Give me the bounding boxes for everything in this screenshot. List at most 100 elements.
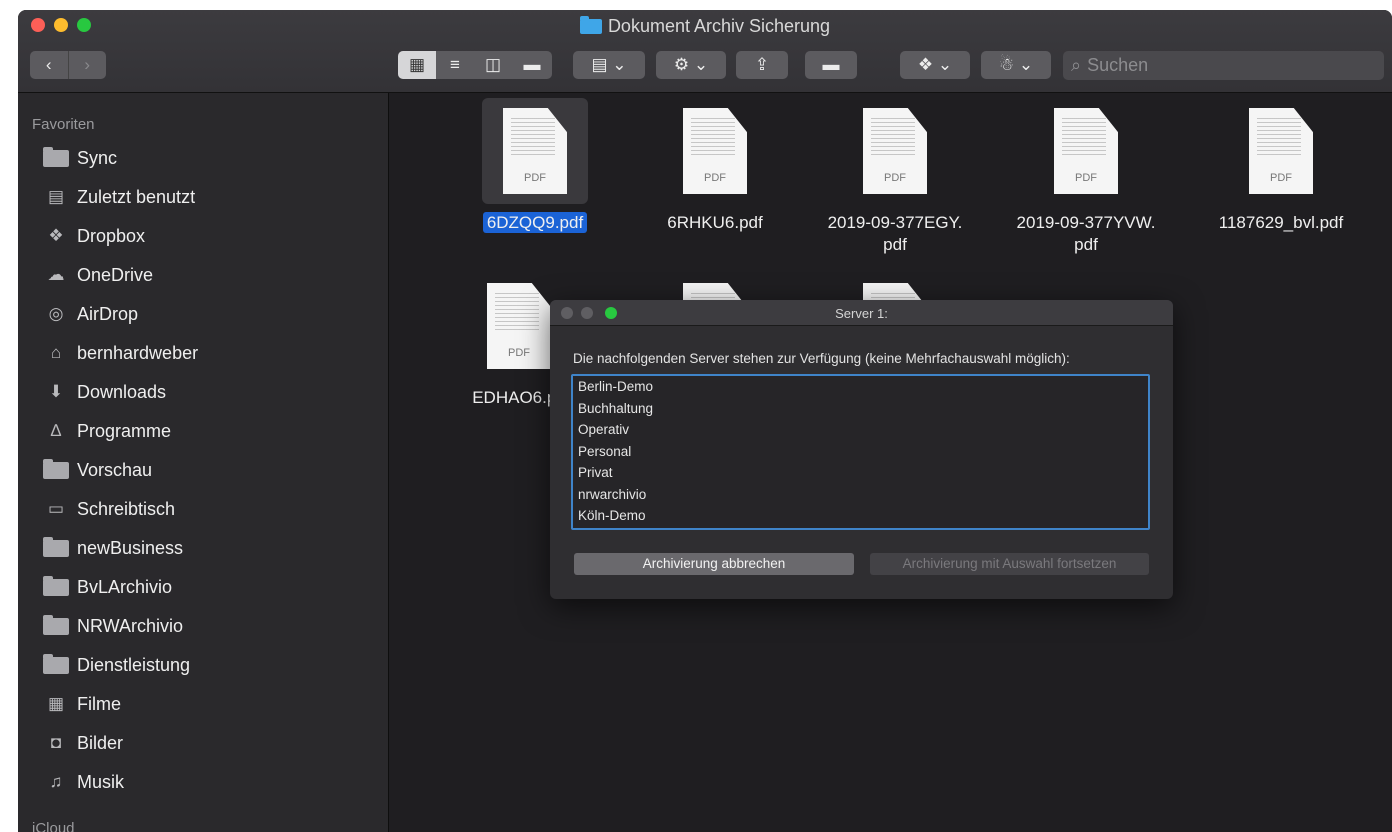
file-name: 2019-09-377EGY. pdf <box>827 213 963 254</box>
music-icon: ♫ <box>49 772 63 791</box>
server-option[interactable]: Buchhaltung <box>573 398 1148 420</box>
columns-icon: ◫ <box>484 55 502 74</box>
sidebar-item-applications[interactable]: ∆ Programme <box>42 417 171 445</box>
dialog-title: Server 1: <box>835 306 888 321</box>
column-view-button[interactable]: ◫ <box>474 51 512 79</box>
download-icon: ⬇ <box>48 382 64 401</box>
recents-icon: ▤ <box>47 187 65 206</box>
view-mode-control: ▦ ≡ ◫ ▬ <box>398 51 552 79</box>
sidebar-item-home[interactable]: ⌂ bernhardweber <box>42 339 198 367</box>
server-option[interactable]: Personal <box>573 441 1148 463</box>
pdf-document-icon: PDF <box>487 283 551 369</box>
file-thumbnail: PDF <box>1033 98 1139 204</box>
desktop-icon: ▭ <box>47 499 65 518</box>
sidebar-item-pictures[interactable]: ◘ Bilder <box>42 729 123 757</box>
sidebar-item-recents[interactable]: ▤ Zuletzt benutzt <box>42 183 195 211</box>
camera-icon: ◘ <box>50 733 62 752</box>
file-name: 1187629_bvl.pdf <box>1218 213 1344 232</box>
server-option[interactable]: Berlin-Demo <box>573 376 1148 398</box>
extension-icon: ☃ ⌄ <box>998 55 1034 74</box>
group-by-button[interactable]: ▤ ⌄ <box>573 51 645 79</box>
dialog-prompt: Die nachfolgenden Server stehen zur Verf… <box>573 351 1070 366</box>
sidebar-item-desktop[interactable]: ▭ Schreibtisch <box>42 495 175 523</box>
extension-button[interactable]: ☃ ⌄ <box>981 51 1051 79</box>
file-name: 6RHKU6.pdf <box>667 213 763 232</box>
tag-button[interactable]: ▬ <box>805 51 857 79</box>
chevron-left-icon: ‹ <box>45 55 52 74</box>
dropbox-button[interactable]: ❖ ⌄ <box>900 51 970 79</box>
file-thumbnail: PDF <box>662 98 768 204</box>
chevron-right-icon: › <box>84 55 91 74</box>
sidebar-item-airdrop[interactable]: ◎ AirDrop <box>42 300 138 328</box>
server-list[interactable]: Berlin-Demo Buchhaltung Operativ Persona… <box>571 374 1150 530</box>
file-item[interactable]: PDF 1187629_bvl.pdf <box>1196 98 1366 234</box>
cancel-archiving-button[interactable]: Archivierung abbrechen <box>574 553 854 575</box>
pdf-document-icon: PDF <box>1249 108 1313 194</box>
sidebar-item-sync[interactable]: Sync <box>42 144 117 172</box>
folder-icon <box>42 614 70 636</box>
server-option[interactable]: Privat <box>573 462 1148 484</box>
file-item[interactable]: PDF 2019-09-377EGY. pdf <box>810 98 980 256</box>
airdrop-icon: ◎ <box>48 304 64 323</box>
gallery-view-button[interactable]: ▬ <box>512 51 552 79</box>
dropbox-icon: ❖ <box>48 226 64 245</box>
sidebar-item-bvlarchivio[interactable]: BvLArchivio <box>42 573 172 601</box>
server-option[interactable]: Operativ <box>573 419 1148 441</box>
gallery-icon: ▬ <box>523 55 541 74</box>
folder-icon <box>42 536 70 558</box>
sidebar-item-newbusiness[interactable]: newBusiness <box>42 534 183 562</box>
sidebar-item-dropbox[interactable]: ❖ Dropbox <box>42 222 145 250</box>
pdf-document-icon: PDF <box>503 108 567 194</box>
file-thumbnail: PDF <box>842 98 948 204</box>
dialog-title-bar: Server 1: <box>550 300 1173 326</box>
sidebar: Favoriten Sync ▤ Zuletzt benutzt ❖ Dropbox… <box>18 93 389 832</box>
file-item[interactable]: PDF 2019-09-377YVW. pdf <box>1001 98 1171 256</box>
back-button[interactable]: ‹ <box>30 51 69 79</box>
pdf-document-icon: PDF <box>1054 108 1118 194</box>
list-view-button[interactable]: ≡ <box>436 51 474 79</box>
sidebar-item-nrwarchivio[interactable]: NRWArchivio <box>42 612 183 640</box>
list-icon: ≡ <box>450 55 460 74</box>
file-thumbnail: PDF <box>1228 98 1334 204</box>
server-option[interactable]: Köln-Demo <box>573 505 1148 527</box>
share-icon: ⇪ <box>754 55 770 74</box>
home-icon: ⌂ <box>50 343 62 362</box>
film-icon: ▦ <box>47 694 65 713</box>
tag-icon: ▬ <box>822 55 840 74</box>
action-button[interactable]: ⚙ ⌄ <box>656 51 726 79</box>
folder-icon <box>42 575 70 597</box>
folder-icon <box>42 458 70 480</box>
applications-icon: ∆ <box>50 421 62 440</box>
navigation-buttons: ‹ › <box>30 51 106 79</box>
share-button[interactable]: ⇪ <box>736 51 788 79</box>
sidebar-item-music[interactable]: ♫ Musik <box>42 768 124 796</box>
sidebar-item-dienstleistung[interactable]: Dienstleistung <box>42 651 190 679</box>
server-option[interactable]: nrwarchivio <box>573 484 1148 506</box>
sidebar-section-icloud: iCloud <box>32 820 75 832</box>
sidebar-item-movies[interactable]: ▦ Filme <box>42 690 121 718</box>
pdf-document-icon: PDF <box>863 108 927 194</box>
folder-icon <box>42 146 70 168</box>
group-icon: ▤ ⌄ <box>591 55 627 74</box>
folder-icon <box>42 653 70 675</box>
file-item[interactable]: PDF 6RHKU6.pdf <box>630 98 800 234</box>
sidebar-item-vorschau[interactable]: Vorschau <box>42 456 152 484</box>
window-title: Dokument Archiv Sicherung <box>18 16 1392 37</box>
grid-icon: ▦ <box>408 55 426 74</box>
title-bar: Dokument Archiv Sicherung ‹ › ▦ ≡ ◫ ▬ ▤ … <box>18 10 1392 93</box>
sidebar-item-onedrive[interactable]: ☁ OneDrive <box>42 261 154 289</box>
file-thumbnail: PDF <box>482 98 588 204</box>
server-selection-dialog: Server 1: Die nachfolgenden Server stehe… <box>550 300 1173 599</box>
file-item[interactable]: PDF 6DZQQ9.pdf <box>450 98 620 234</box>
continue-archiving-button[interactable]: Archivierung mit Auswahl fortsetzen <box>870 553 1149 575</box>
sidebar-section-favorites: Favoriten <box>32 116 95 133</box>
dropbox-icon: ❖ ⌄ <box>917 55 953 74</box>
file-name: 2019-09-377YVW. pdf <box>1016 213 1156 254</box>
cloud-icon: ☁ <box>47 265 65 284</box>
forward-button[interactable]: › <box>69 51 107 79</box>
sidebar-item-downloads[interactable]: ⬇ Downloads <box>42 378 166 406</box>
file-name: 6DZQQ9.pdf <box>482 212 588 233</box>
icon-view-button[interactable]: ▦ <box>398 51 436 79</box>
search-input[interactable]: ⌕ Suchen <box>1063 51 1384 80</box>
pdf-document-icon: PDF <box>683 108 747 194</box>
